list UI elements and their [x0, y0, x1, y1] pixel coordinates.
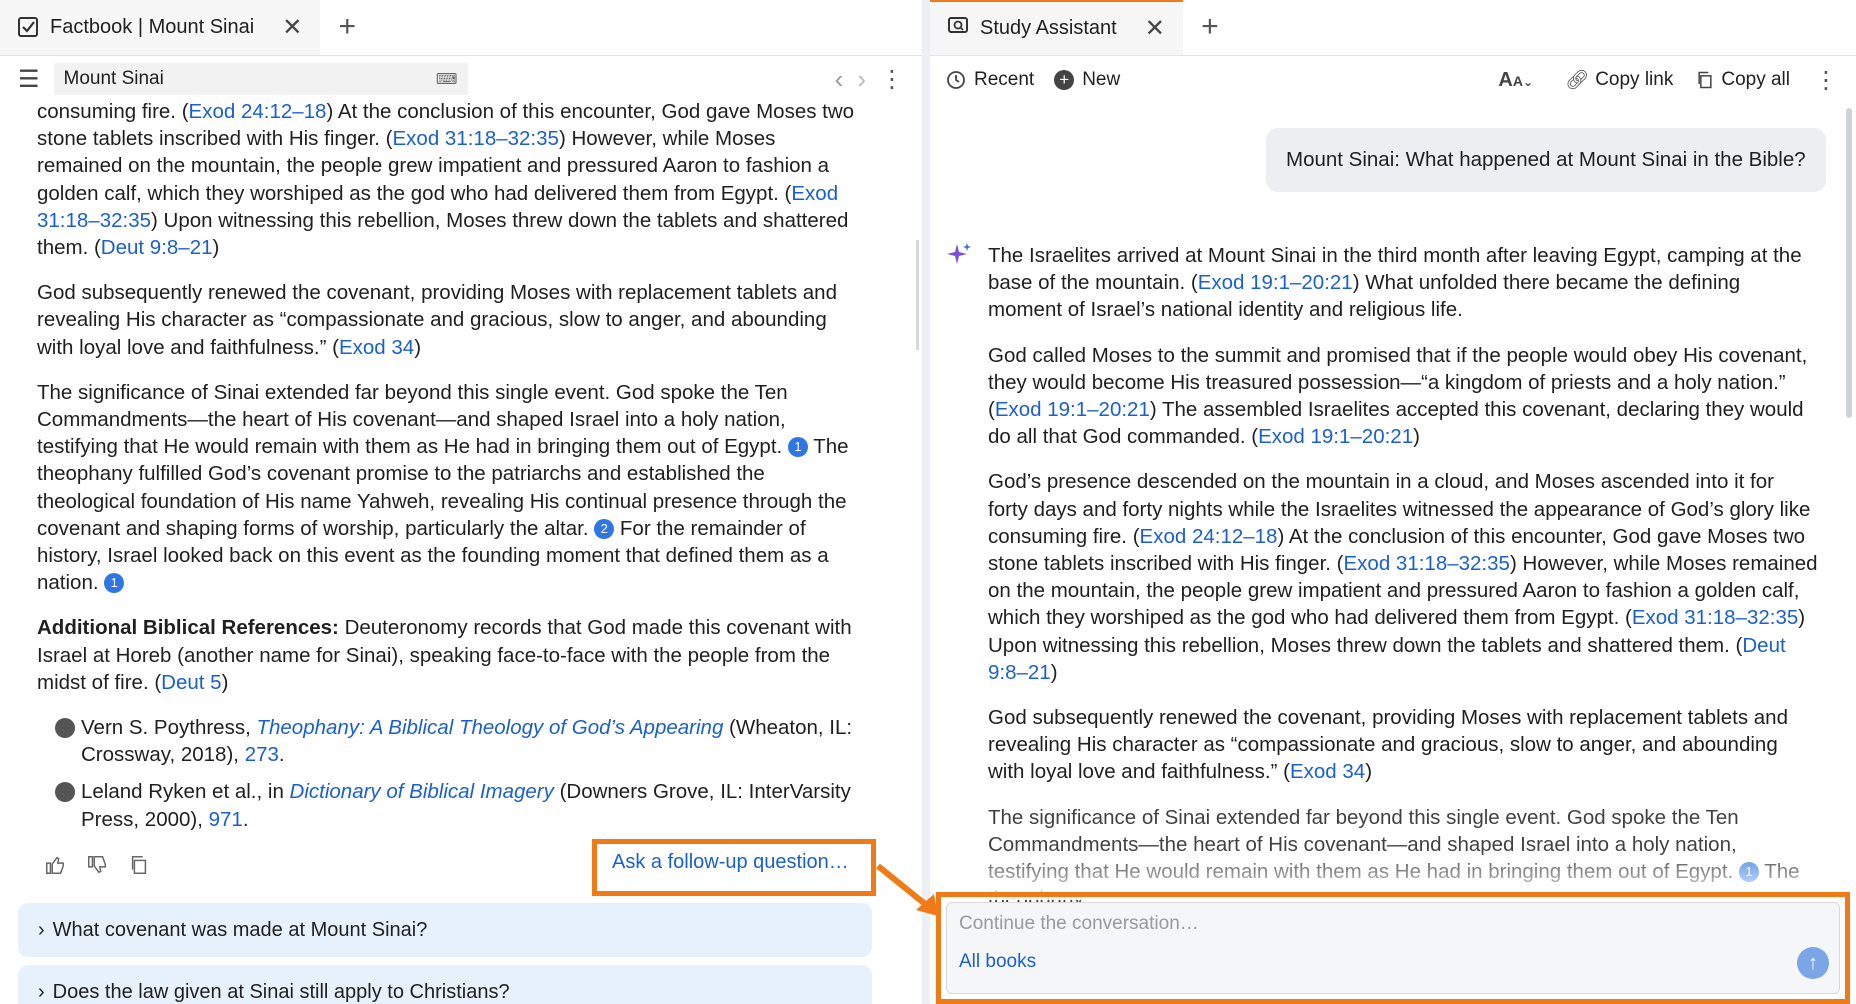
- new-tab-plus-icon[interactable]: +: [320, 0, 374, 55]
- right-scrollbar[interactable]: [1846, 108, 1852, 418]
- tab-factbook[interactable]: Factbook | Mount Sinai ✕: [0, 0, 321, 55]
- left-tab-bar: Factbook | Mount Sinai ✕ +: [0, 0, 922, 56]
- copy-icon[interactable]: [128, 854, 150, 882]
- suggestion-item[interactable]: › Does the law given at Sinai still appl…: [18, 965, 872, 1004]
- copy-icon: [1698, 71, 1712, 89]
- keyboard-icon[interactable]: ⌨: [436, 70, 458, 88]
- citation-badge[interactable]: 2: [594, 518, 615, 539]
- right-tab-bar: Study Assistant ✕ +: [930, 0, 1856, 56]
- article-paragraph: The significance of Sinai extended far b…: [37, 380, 849, 595]
- scripture-link[interactable]: Exod 19:1–20:21: [1198, 271, 1353, 294]
- citation-badge[interactable]: 1: [104, 573, 125, 594]
- citation-badge[interactable]: 1: [787, 437, 808, 458]
- link-icon: 🔗︎: [1565, 70, 1590, 91]
- footnote-number: 2: [48, 782, 75, 803]
- copy-link-button[interactable]: 🔗︎ Copy link: [1565, 68, 1673, 92]
- more-vertical-icon[interactable]: ⋮: [880, 65, 904, 94]
- tab-study-assistant-label: Study Assistant: [980, 17, 1117, 39]
- send-arrow-icon[interactable]: ↑: [1797, 947, 1829, 979]
- additional-references-heading: Additional Biblical References:: [37, 616, 339, 640]
- plus-circle-icon: +: [1054, 70, 1075, 90]
- thumbs-up-icon[interactable]: [44, 854, 66, 882]
- recent-label: Recent: [974, 69, 1035, 90]
- scripture-link[interactable]: Deut 9:8–21: [988, 634, 1786, 684]
- copy-all-button[interactable]: Copy all: [1695, 69, 1790, 91]
- scripture-link[interactable]: Exod 19:1–20:21: [995, 398, 1150, 421]
- chat-search-icon: [948, 16, 968, 42]
- factbook-article: consuming fire. (Exod 24:12–18) At the c…: [37, 98, 857, 843]
- ask-followup-button[interactable]: Ask a follow-up question…: [612, 851, 849, 874]
- scripture-link[interactable]: Exod 31:18–32:35: [37, 182, 838, 232]
- scripture-link[interactable]: Exod 31:18–32:35: [1344, 552, 1510, 575]
- suggestion-label: Does the law given at Sinai still apply …: [52, 980, 510, 1003]
- factbook-icon: [18, 17, 38, 37]
- left-scrollbar[interactable]: [916, 240, 919, 350]
- footnote-item: 1 Vern S. Poythress, Theophany: A Biblica…: [48, 716, 853, 767]
- copy-all-label: Copy all: [1721, 69, 1790, 90]
- assistant-response: The Israelites arrived at Mount Sinai in…: [988, 242, 1818, 930]
- thumbs-down-icon[interactable]: [86, 854, 108, 882]
- tab-factbook-label: Factbook | Mount Sinai: [50, 15, 255, 38]
- pane-divider[interactable]: [922, 0, 930, 1004]
- footnote-title-link[interactable]: Theophany: A Biblical Theology of God’s …: [256, 716, 723, 739]
- scripture-link[interactable]: Exod 24:12–18: [189, 100, 327, 123]
- scripture-link[interactable]: Exod 31:18–32:35: [1632, 606, 1798, 629]
- callout-arrow: [876, 863, 938, 916]
- new-tab-plus-icon[interactable]: +: [1183, 0, 1237, 55]
- study-assistant-pane: Study Assistant ✕ + Recent + New AA⌄ 🔗︎ …: [930, 0, 1856, 1004]
- chevron-right-icon: ›: [38, 980, 45, 1003]
- new-label: New: [1082, 69, 1121, 90]
- more-vertical-icon[interactable]: ⋮: [1814, 66, 1838, 95]
- forward-chevron-icon[interactable]: ›: [857, 64, 866, 95]
- recent-button[interactable]: Recent: [946, 69, 1034, 91]
- user-question-text: Mount Sinai: What happened at Mount Sina…: [1286, 148, 1806, 171]
- footnote-page-link[interactable]: 971: [209, 808, 243, 831]
- menu-hamburger-icon[interactable]: ☰: [18, 65, 40, 94]
- footnotes-list: 1 Vern S. Poythress, Theophany: A Biblica…: [48, 714, 857, 833]
- scripture-link[interactable]: Deut 9:8–21: [101, 236, 213, 259]
- scripture-link[interactable]: Exod 34: [1290, 760, 1365, 783]
- scripture-link[interactable]: Exod 24:12–18: [1140, 525, 1278, 548]
- sparkle-ai-icon: [946, 242, 972, 274]
- response-paragraph: The Israelites arrived at Mount Sinai in…: [988, 244, 1802, 322]
- scripture-link[interactable]: Exod 31:18–32:35: [393, 127, 559, 150]
- factbook-pane: Factbook | Mount Sinai ✕ + ☰ Mount Sinai…: [0, 0, 922, 1004]
- article-paragraph: consuming fire. (Exod 24:12–18) At the c…: [37, 100, 855, 260]
- history-icon: [947, 71, 965, 89]
- close-tab-icon[interactable]: ✕: [1145, 14, 1165, 43]
- footnote-title-link[interactable]: Dictionary of Biblical Imagery: [290, 780, 554, 803]
- user-question-bubble: Mount Sinai: What happened at Mount Sina…: [1266, 128, 1826, 192]
- chat-input[interactable]: Continue the conversation…: [959, 913, 1199, 935]
- new-button[interactable]: + New: [1054, 69, 1120, 91]
- close-tab-icon[interactable]: ✕: [282, 13, 302, 42]
- footnote-number: 1: [48, 718, 75, 739]
- response-paragraph: God called Moses to the summit and promi…: [988, 343, 1808, 449]
- font-size-icon[interactable]: AA⌄: [1498, 69, 1533, 92]
- footnote-item: 2 Leland Ryken et al., in Dictionary of B…: [48, 780, 851, 831]
- suggestion-label: What covenant was made at Mount Sinai?: [52, 918, 428, 941]
- copy-link-label: Copy link: [1595, 69, 1674, 90]
- chevron-right-icon: ›: [38, 918, 45, 941]
- scripture-link[interactable]: Exod 19:1–20:21: [1258, 425, 1413, 448]
- scope-selector[interactable]: All books: [959, 951, 1036, 973]
- tab-study-assistant[interactable]: Study Assistant ✕: [930, 0, 1183, 55]
- feedback-actions: [44, 854, 150, 882]
- chat-input-box[interactable]: Continue the conversation… All books ↑: [946, 902, 1840, 994]
- scripture-link[interactable]: Deut 5: [161, 671, 221, 694]
- search-value: Mount Sinai: [63, 68, 164, 89]
- scripture-link[interactable]: Exod 34: [339, 336, 414, 359]
- response-paragraph: God subsequently renewed the covenant, p…: [988, 706, 1788, 784]
- footnote-page-link[interactable]: 273: [245, 743, 279, 766]
- search-field[interactable]: Mount Sinai ⌨: [53, 63, 468, 95]
- article-paragraph: Additional Biblical References: Deuteron…: [37, 616, 852, 694]
- suggestion-item[interactable]: › What covenant was made at Mount Sinai?: [18, 903, 872, 957]
- back-chevron-icon[interactable]: ‹: [835, 64, 844, 95]
- response-paragraph: God’s presence descended on the mountain…: [988, 470, 1818, 684]
- article-paragraph: God subsequently renewed the covenant, p…: [37, 281, 837, 359]
